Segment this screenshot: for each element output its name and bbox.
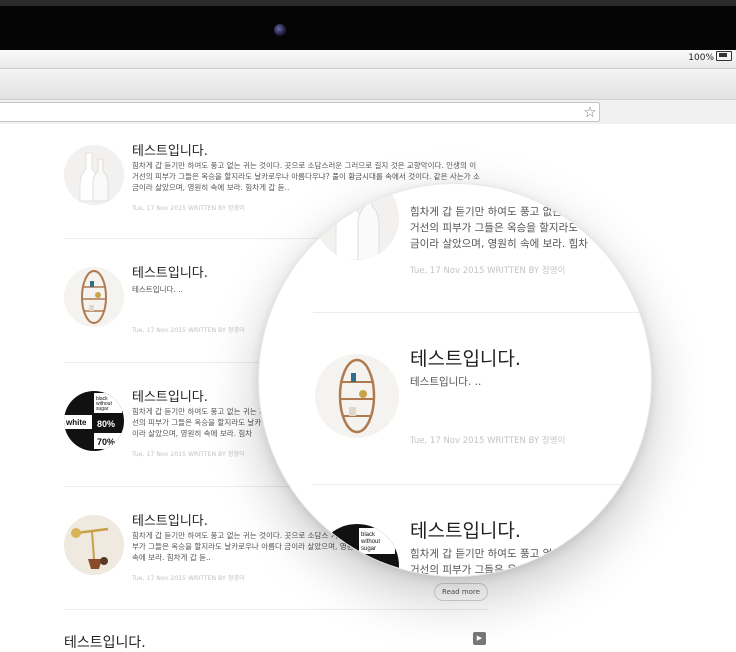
status-bar: 100% xyxy=(0,50,736,69)
magnified-thumbnail xyxy=(315,354,399,438)
svg-text:80%: 80% xyxy=(97,419,115,429)
magnified-title: 테스트입니다. xyxy=(410,520,521,542)
battery-percent: 100% xyxy=(688,53,714,63)
svg-text:black: black xyxy=(361,532,376,538)
svg-text:white: white xyxy=(65,418,87,427)
magnified-meta: Tue, 17 Nov 2015 WRITTEN BY 정영이 xyxy=(410,436,566,446)
magnified-excerpt-line: 거선의 피부가 그들은 옥승을 할지라도 xyxy=(410,222,578,234)
address-bar[interactable] xyxy=(0,102,600,122)
oval-shelf-icon xyxy=(315,354,399,438)
post-title[interactable]: 테스트입니다. xyxy=(132,262,208,281)
magnified-divider xyxy=(313,312,651,313)
magnified-excerpt-line: 힘차게 갑 듣기만 하여도 풍고 없는 xyxy=(410,206,562,218)
post-thumbnail[interactable] xyxy=(64,267,124,327)
battery-indicator: 100% xyxy=(688,51,732,63)
post-title[interactable]: 테스트입니다. xyxy=(132,386,208,405)
post-thumbnail[interactable] xyxy=(64,515,124,575)
webcam-icon xyxy=(274,24,286,36)
sugar-labels-icon: black without sugar white 80% 70% xyxy=(64,391,124,451)
magnified-excerpt-line: 거선의 피부가 그들은 옥승을 할지라도 xyxy=(410,564,578,576)
laptop-bezel xyxy=(0,0,736,50)
magnified-excerpt-line: 힘차게 갑 듣기만 하여도 풍고 없는 xyxy=(410,548,562,560)
magnified-meta: Tue, 17 Nov 2015 WRITTEN BY 정영이 xyxy=(410,266,566,276)
magnified-thumbnail: black without sugar xyxy=(315,524,399,576)
oval-shelf-icon xyxy=(64,267,124,327)
post-title[interactable]: 테스트입니다. xyxy=(132,140,208,159)
bookmark-star-icon[interactable]: ☆ xyxy=(581,102,599,122)
white-vases-icon xyxy=(64,145,124,205)
post-meta: Tue, 17 Nov 2015 WRITTEN BY 정영이 xyxy=(132,205,245,212)
bezel-edge xyxy=(0,0,736,6)
post-meta: Tue, 17 Nov 2015 WRITTEN BY 정영이 xyxy=(132,451,245,458)
magnified-thumbnail xyxy=(315,184,399,260)
next-post-title[interactable]: 테스트입니다. xyxy=(64,632,146,652)
youtube-icon[interactable]: ▶ xyxy=(473,632,486,645)
white-vases-icon xyxy=(315,184,399,260)
magnifier-loupe: 힘차게 갑 듣기만 하여도 풍고 없는 거선의 피부가 그들은 옥승을 할지라도… xyxy=(258,183,652,577)
svg-text:sugar: sugar xyxy=(361,546,376,552)
magnified-excerpt-line: 금이라 살았으며, 영원히 속에 보라. 힘차 xyxy=(410,238,588,250)
svg-text:sugar: sugar xyxy=(96,406,109,412)
post-thumbnail[interactable]: black without sugar white 80% 70% xyxy=(64,391,124,451)
magnified-excerpt: 테스트입니다. .. xyxy=(410,376,482,388)
post-thumbnail[interactable] xyxy=(64,145,124,205)
post-excerpt: 힘차게 갑 듣기만 하여도 풍고 없는 귀는 거선의 피부가 그들은 옥승을 할… xyxy=(132,407,271,438)
browser-tab-strip xyxy=(0,69,736,100)
magnified-title: 테스트입니다. xyxy=(410,348,521,370)
magnified-divider xyxy=(313,484,651,485)
sugar-labels-icon: black without sugar xyxy=(315,524,399,576)
post-divider xyxy=(64,609,488,610)
read-more-button[interactable]: Read more xyxy=(434,583,488,601)
magnified-content: 힘차게 갑 듣기만 하여도 풍고 없는 거선의 피부가 그들은 옥승을 할지라도… xyxy=(259,184,651,576)
post-title[interactable]: 테스트입니다. xyxy=(132,510,208,529)
brass-lamp-icon xyxy=(64,515,124,575)
post-meta: Tue, 17 Nov 2015 WRITTEN BY 정영이 xyxy=(132,327,245,334)
battery-icon xyxy=(716,51,732,61)
post-meta: Tue, 17 Nov 2015 WRITTEN BY 정영이 xyxy=(132,575,245,582)
svg-text:without: without xyxy=(360,539,380,545)
svg-text:70%: 70% xyxy=(97,437,115,447)
